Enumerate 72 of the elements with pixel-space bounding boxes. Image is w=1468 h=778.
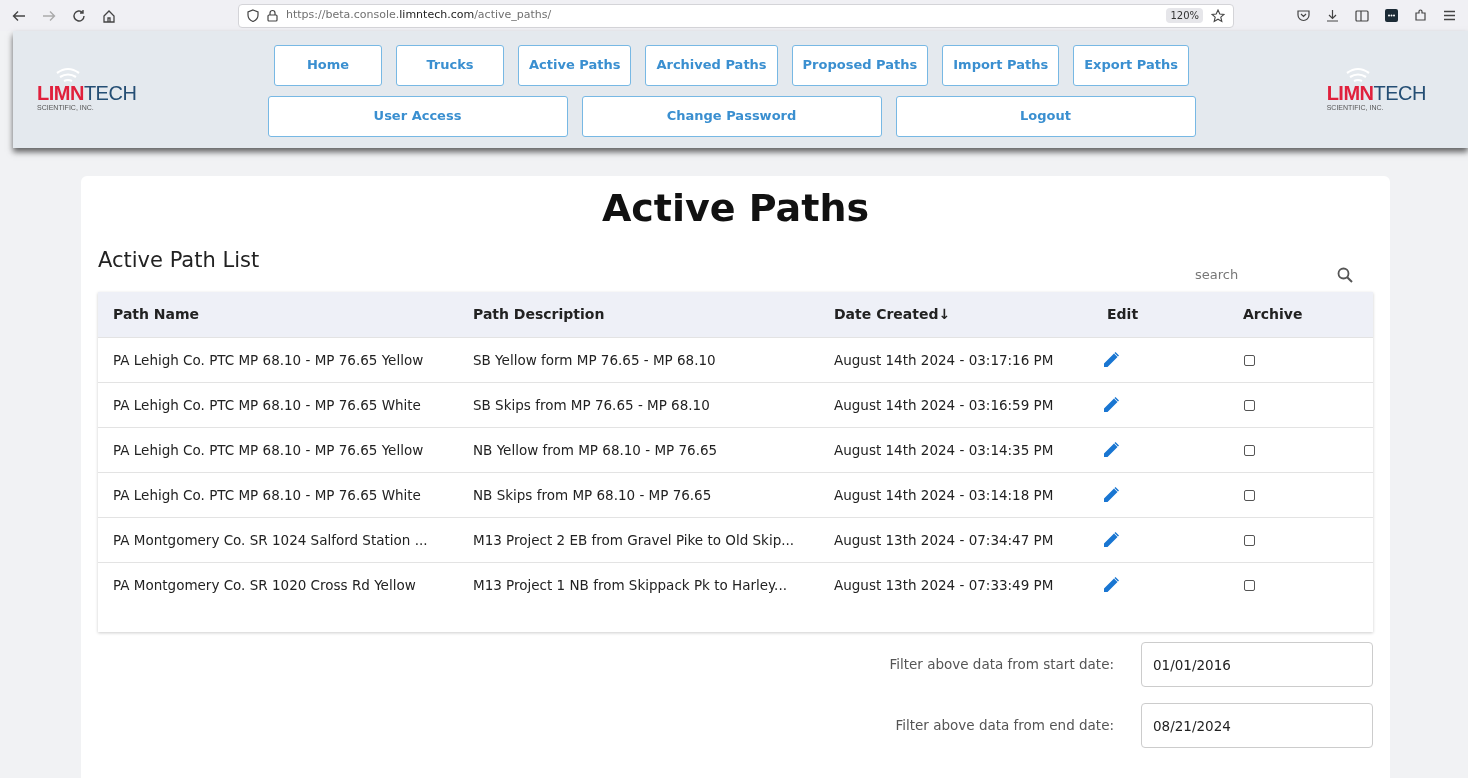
logo-wordmark: LIMNTECH	[37, 83, 137, 103]
list-title: Active Path List	[98, 247, 260, 274]
edit-pencil-icon[interactable]	[1102, 351, 1120, 369]
column-header[interactable]: Date Created↓	[819, 304, 1092, 325]
table-cell-text: NB Yellow from MP 68.10 - MP 76.65	[472, 440, 719, 460]
back-icon[interactable]	[12, 8, 26, 23]
filter-label: Filter above data from start date:	[889, 655, 1114, 675]
date-field[interactable]: 01/01/2016	[1141, 642, 1373, 687]
table-cell-text: PA Lehigh Co. PTC MP 68.10 - MP 76.65 White	[112, 395, 422, 415]
nav-button[interactable]: Proposed Paths	[791, 44, 929, 86]
logo-wordmark: LIMNTECH	[1326, 83, 1426, 103]
archive-checkbox[interactable]	[1244, 534, 1255, 546]
address-bar[interactable]: https://beta.console.limntech.com/active_paths/ 120%	[238, 3, 1234, 28]
lock-icon	[267, 9, 278, 22]
column-header[interactable]: Edit	[1092, 304, 1228, 325]
table-cell-text: M13 Project 2 EB from Gravel Pike to Old Skip...	[472, 530, 796, 550]
table-cell-text: August 13th 2024 - 07:33:49 PM	[833, 575, 1055, 595]
table-cell-text: SB Skips from MP 76.65 - MP 68.10	[472, 395, 711, 415]
table-cell-text: August 14th 2024 - 03:16:59 PM	[833, 395, 1055, 415]
edit-pencil-icon[interactable]	[1102, 576, 1120, 594]
table-cell-text: PA Lehigh Co. PTC MP 68.10 - MP 76.65 Yellow	[112, 440, 425, 460]
edit-pencil-icon[interactable]	[1102, 396, 1120, 414]
table-cell-text: PA Montgomery Co. SR 1020 Cross Rd Yellow	[112, 575, 417, 595]
table-cell-text: PA Montgomery Co. SR 1024 Salford Station ...	[112, 530, 429, 550]
edit-pencil-icon[interactable]	[1102, 486, 1120, 504]
nav-button[interactable]: Logout	[895, 95, 1196, 137]
table-cell-text: August 13th 2024 - 07:34:47 PM	[833, 530, 1055, 550]
archive-checkbox[interactable]	[1244, 489, 1255, 501]
reload-icon[interactable]	[72, 8, 86, 23]
archive-checkbox[interactable]	[1244, 444, 1255, 456]
pocket-icon[interactable]	[1297, 9, 1310, 22]
edit-pencil-icon[interactable]	[1102, 441, 1120, 459]
date-field[interactable]: 08/21/2024	[1141, 703, 1373, 748]
download-icon[interactable]	[1326, 9, 1339, 22]
column-header[interactable]: Path Name	[98, 304, 458, 325]
table-cell-text: SB Yellow form MP 76.65 - MP 68.10	[472, 350, 717, 370]
filter-label: Filter above data from end date:	[895, 716, 1114, 736]
home-icon[interactable]	[102, 8, 116, 23]
table-cell-text: M13 Project 1 NB from Skippack Pk to Harley...	[472, 575, 788, 595]
search-field[interactable]: search	[1153, 265, 1337, 285]
extension-icon[interactable]	[1385, 9, 1398, 22]
nav-button[interactable]: Import Paths	[942, 44, 1060, 86]
nav-button[interactable]: Export Paths	[1073, 44, 1189, 86]
url-text: https://beta.console.limntech.com/active_paths/	[286, 7, 552, 24]
signal-waves-icon	[1344, 67, 1371, 83]
shield-icon	[247, 9, 259, 22]
nav-button[interactable]: Trucks	[396, 44, 504, 86]
nav-button[interactable]: Active Paths	[518, 44, 632, 86]
archive-checkbox[interactable]	[1244, 579, 1255, 591]
column-header[interactable]: Path Description	[458, 304, 819, 325]
table-cell-text: August 14th 2024 - 03:17:16 PM	[833, 350, 1055, 370]
edit-pencil-icon[interactable]	[1102, 531, 1120, 549]
zoom-level[interactable]: 120%	[1166, 8, 1203, 23]
nav-button[interactable]: Archived Paths	[645, 44, 778, 86]
archive-checkbox[interactable]	[1244, 399, 1255, 411]
nav-button[interactable]: User Access	[267, 95, 568, 137]
table-cell-text: NB Skips from MP 68.10 - MP 76.65	[472, 485, 713, 505]
star-icon[interactable]	[1211, 8, 1225, 23]
nav-button[interactable]: Change Password	[581, 95, 882, 137]
nav-button[interactable]: Home	[274, 44, 382, 86]
table-cell-text: August 14th 2024 - 03:14:18 PM	[833, 485, 1055, 505]
table-cell-text: PA Lehigh Co. PTC MP 68.10 - MP 76.65 White	[112, 485, 422, 505]
table-cell-text: August 14th 2024 - 03:14:35 PM	[833, 440, 1055, 460]
page-title: Active Paths	[600, 185, 871, 232]
table-cell-text: PA Lehigh Co. PTC MP 68.10 - MP 76.65 Yellow	[112, 350, 425, 370]
archive-checkbox[interactable]	[1244, 354, 1255, 366]
search-icon[interactable]	[1337, 267, 1353, 283]
column-header[interactable]: Archive	[1228, 304, 1373, 325]
sidebar-icon[interactable]	[1355, 9, 1369, 22]
signal-waves-icon	[55, 67, 81, 83]
menu-icon[interactable]	[1443, 10, 1456, 21]
puzzle-icon[interactable]	[1414, 9, 1427, 22]
